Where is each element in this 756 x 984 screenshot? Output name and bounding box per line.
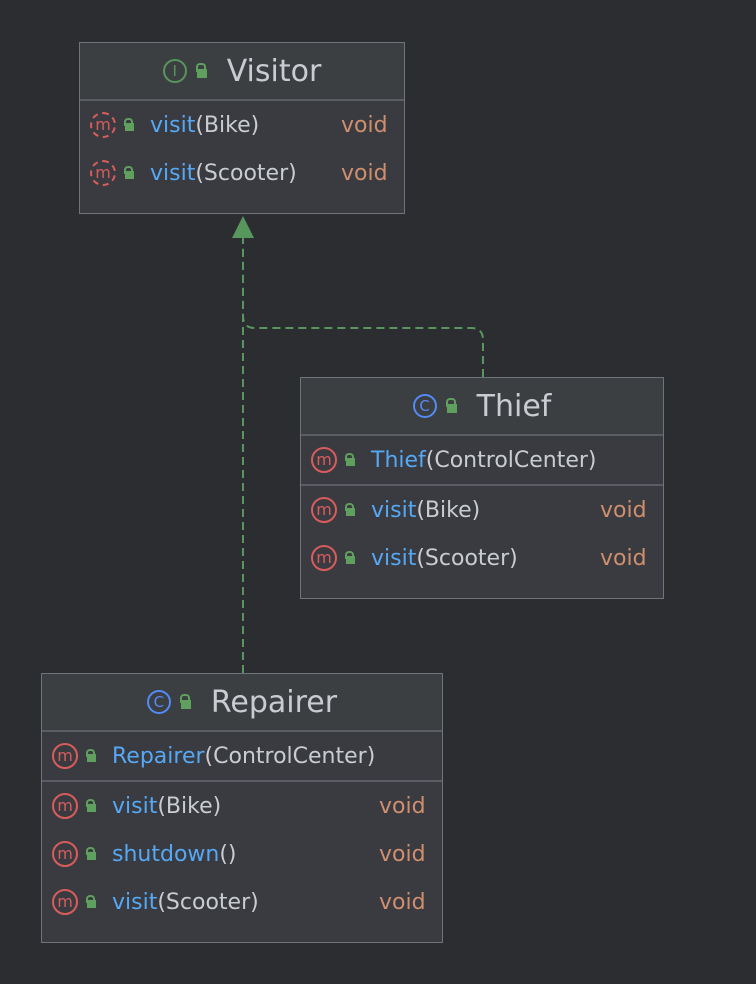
return-type: void bbox=[341, 112, 388, 138]
method-icon: m bbox=[52, 841, 78, 867]
node-title: Thief bbox=[476, 388, 552, 424]
node-title: Repairer bbox=[210, 684, 338, 720]
public-lock-icon bbox=[343, 453, 355, 467]
public-lock-icon bbox=[122, 166, 134, 180]
method-name: visit bbox=[150, 160, 196, 186]
abstract-method-icon: m bbox=[90, 160, 116, 186]
method-icon: m bbox=[311, 545, 337, 571]
public-lock-icon bbox=[193, 63, 207, 79]
return-type: void bbox=[600, 545, 647, 571]
class-icon: C bbox=[146, 690, 171, 714]
repairer-class-node[interactable]: C Repairer m Repairer (ControlCenter) m … bbox=[41, 673, 443, 943]
constructor-row[interactable]: m Repairer (ControlCenter) bbox=[42, 732, 442, 780]
return-type: void bbox=[341, 160, 388, 186]
method-params: (Scooter) bbox=[416, 545, 518, 571]
public-lock-icon bbox=[122, 118, 134, 132]
method-params: (Scooter) bbox=[195, 160, 297, 186]
node-header: C Repairer bbox=[42, 674, 442, 732]
edge-thief-implements-visitor bbox=[242, 238, 484, 377]
thief-class-node[interactable]: C Thief m Thief (ControlCenter) m visit … bbox=[300, 377, 664, 599]
method-params: (Bike) bbox=[416, 497, 481, 523]
method-row[interactable]: m visit (Scooter) void bbox=[42, 878, 442, 926]
node-title: Visitor bbox=[226, 53, 322, 89]
method-icon: m bbox=[311, 497, 337, 523]
method-icon: m bbox=[52, 793, 78, 819]
method-row[interactable]: m shutdown () void bbox=[42, 830, 442, 878]
method-row[interactable]: m visit (Scooter) void bbox=[80, 149, 404, 197]
method-params: () bbox=[219, 841, 237, 867]
method-params: (Bike) bbox=[195, 112, 260, 138]
constructor-name: Repairer bbox=[112, 743, 205, 769]
public-lock-icon bbox=[84, 847, 96, 861]
node-header: I Visitor bbox=[80, 43, 404, 101]
public-lock-icon bbox=[343, 503, 355, 517]
method-name: visit bbox=[112, 793, 158, 819]
method-name: visit bbox=[112, 889, 158, 915]
method-row[interactable]: m visit (Bike) void bbox=[42, 780, 442, 830]
public-lock-icon bbox=[343, 551, 355, 565]
node-header: C Thief bbox=[301, 378, 663, 436]
constructor-params: (ControlCenter) bbox=[425, 447, 597, 473]
visitor-interface-node[interactable]: I Visitor m visit (Bike) void m visit (S… bbox=[79, 42, 405, 214]
method-icon: m bbox=[52, 743, 78, 769]
abstract-method-icon: m bbox=[90, 112, 116, 138]
class-icon: C bbox=[412, 394, 437, 418]
method-name: visit bbox=[150, 112, 196, 138]
return-type: void bbox=[379, 793, 426, 819]
method-row[interactable]: m visit (Bike) void bbox=[80, 101, 404, 149]
method-name: visit bbox=[371, 545, 417, 571]
method-name: shutdown bbox=[112, 841, 220, 867]
method-icon: m bbox=[52, 889, 78, 915]
public-lock-icon bbox=[84, 799, 96, 813]
public-lock-icon bbox=[443, 398, 457, 414]
constructor-name: Thief bbox=[371, 447, 426, 473]
return-type: void bbox=[600, 497, 647, 523]
public-lock-icon bbox=[177, 694, 191, 710]
public-lock-icon bbox=[84, 749, 96, 763]
public-lock-icon bbox=[84, 895, 96, 909]
return-type: void bbox=[379, 889, 426, 915]
return-type: void bbox=[379, 841, 426, 867]
interface-icon: I bbox=[162, 59, 187, 83]
constructor-row[interactable]: m Thief (ControlCenter) bbox=[301, 436, 663, 484]
method-row[interactable]: m visit (Scooter) void bbox=[301, 534, 663, 582]
constructor-params: (ControlCenter) bbox=[204, 743, 376, 769]
realization-arrowhead bbox=[232, 216, 254, 238]
method-row[interactable]: m visit (Bike) void bbox=[301, 484, 663, 534]
method-name: visit bbox=[371, 497, 417, 523]
method-params: (Bike) bbox=[157, 793, 222, 819]
method-icon: m bbox=[311, 447, 337, 473]
method-params: (Scooter) bbox=[157, 889, 259, 915]
